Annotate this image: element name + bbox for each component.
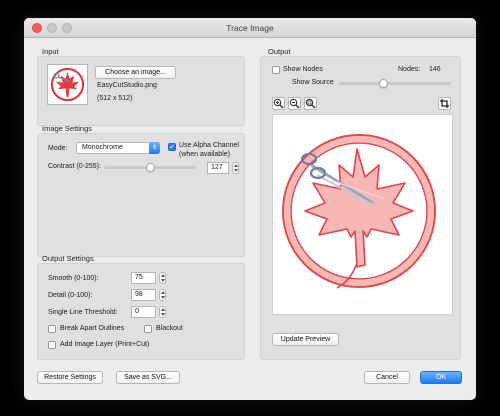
add-image-layer-checkbox[interactable]	[48, 341, 56, 349]
save-as-svg-button[interactable]: Save as SVG...	[116, 371, 180, 384]
trace-image-window: Trace Image Input Choose an image... Eas…	[24, 18, 476, 400]
zoom-out-icon	[289, 98, 300, 109]
zoom-out-button[interactable]	[288, 97, 301, 110]
add-image-layer-label: Add Image Layer (Print+Cut)	[60, 341, 150, 348]
detail-label: Detail (0-100):	[48, 292, 93, 299]
blackout-checkbox[interactable]	[144, 325, 152, 333]
smooth-input[interactable]: 75	[131, 272, 156, 284]
contrast-label: Contrast (0-255):	[48, 163, 101, 170]
detail-stepper[interactable]	[159, 289, 166, 301]
blackout-label: Blackout	[156, 325, 183, 332]
detail-input[interactable]: 98	[131, 289, 156, 301]
mode-select[interactable]: Monochrome ⇕	[76, 142, 160, 154]
crop-icon	[440, 99, 449, 108]
use-alpha-sublabel: (when available)	[179, 151, 230, 158]
use-alpha-label: Use Alpha Channel	[179, 142, 239, 149]
output-section-label: Output	[268, 47, 291, 56]
smooth-stepper[interactable]	[159, 272, 166, 284]
update-preview-button[interactable]: Update Preview	[272, 333, 339, 346]
show-nodes-checkbox[interactable]	[272, 66, 280, 74]
mode-label: Mode:	[48, 145, 68, 152]
restore-settings-button[interactable]: Restore Settings	[37, 371, 103, 384]
output-settings-section-label: Output Settings	[42, 254, 94, 263]
use-alpha-checkbox[interactable]: ✓	[168, 143, 176, 151]
smooth-label: Smooth (0-100):	[48, 275, 99, 282]
maple-leaf-thumbnail-icon	[50, 67, 85, 102]
zoom-fit-button[interactable]	[304, 97, 317, 110]
nodes-label: Nodes:	[398, 66, 421, 73]
show-source-slider-knob[interactable]	[379, 79, 388, 88]
zoom-in-button[interactable]	[272, 97, 285, 110]
output-group: Show Nodes Nodes: 146 Show Source Update…	[260, 56, 461, 360]
show-source-slider[interactable]	[339, 82, 451, 85]
threshold-label: Single Line Threshold:	[48, 309, 118, 316]
break-apart-label: Break Apart Outlines	[60, 325, 125, 332]
image-filename: EasyCutStudio.png	[97, 82, 157, 89]
contrast-input[interactable]: 127	[207, 162, 229, 174]
cancel-button[interactable]: Cancel	[364, 371, 410, 384]
crop-button[interactable]	[438, 97, 451, 110]
title-bar: Trace Image	[24, 18, 476, 38]
maple-leaf-scissors-icon	[282, 134, 436, 289]
nodes-count: 146	[429, 66, 441, 73]
trace-preview-canvas[interactable]	[272, 114, 453, 315]
zoom-fit-icon	[305, 98, 316, 109]
contrast-slider-knob[interactable]	[146, 163, 155, 172]
choose-image-button[interactable]: Choose an image...	[95, 66, 176, 79]
image-settings-section-label: Image Settings	[42, 124, 93, 133]
ok-button[interactable]: OK	[420, 371, 462, 384]
show-nodes-label: Show Nodes	[283, 66, 323, 73]
threshold-stepper[interactable]	[159, 306, 166, 318]
zoom-in-icon	[273, 98, 284, 109]
image-settings-group: Mode: Monochrome ⇕ ✓ Use Alpha Channel (…	[37, 133, 245, 257]
image-dimensions: (512 x 512)	[97, 95, 133, 102]
window-title: Trace Image	[226, 23, 274, 33]
break-apart-checkbox[interactable]	[48, 325, 56, 333]
image-thumbnail	[47, 64, 88, 105]
threshold-input[interactable]: 0	[131, 306, 156, 318]
select-arrows-icon: ⇕	[149, 142, 160, 154]
show-source-label: Show Source	[292, 79, 334, 86]
output-settings-group: Smooth (0-100): 75 Detail (0-100): 98 Si…	[37, 263, 245, 360]
contrast-stepper[interactable]	[232, 162, 239, 174]
input-group: Choose an image... EasyCutStudio.png (51…	[37, 56, 245, 126]
input-section-label: Input	[42, 47, 59, 56]
mode-value: Monochrome	[82, 144, 123, 151]
